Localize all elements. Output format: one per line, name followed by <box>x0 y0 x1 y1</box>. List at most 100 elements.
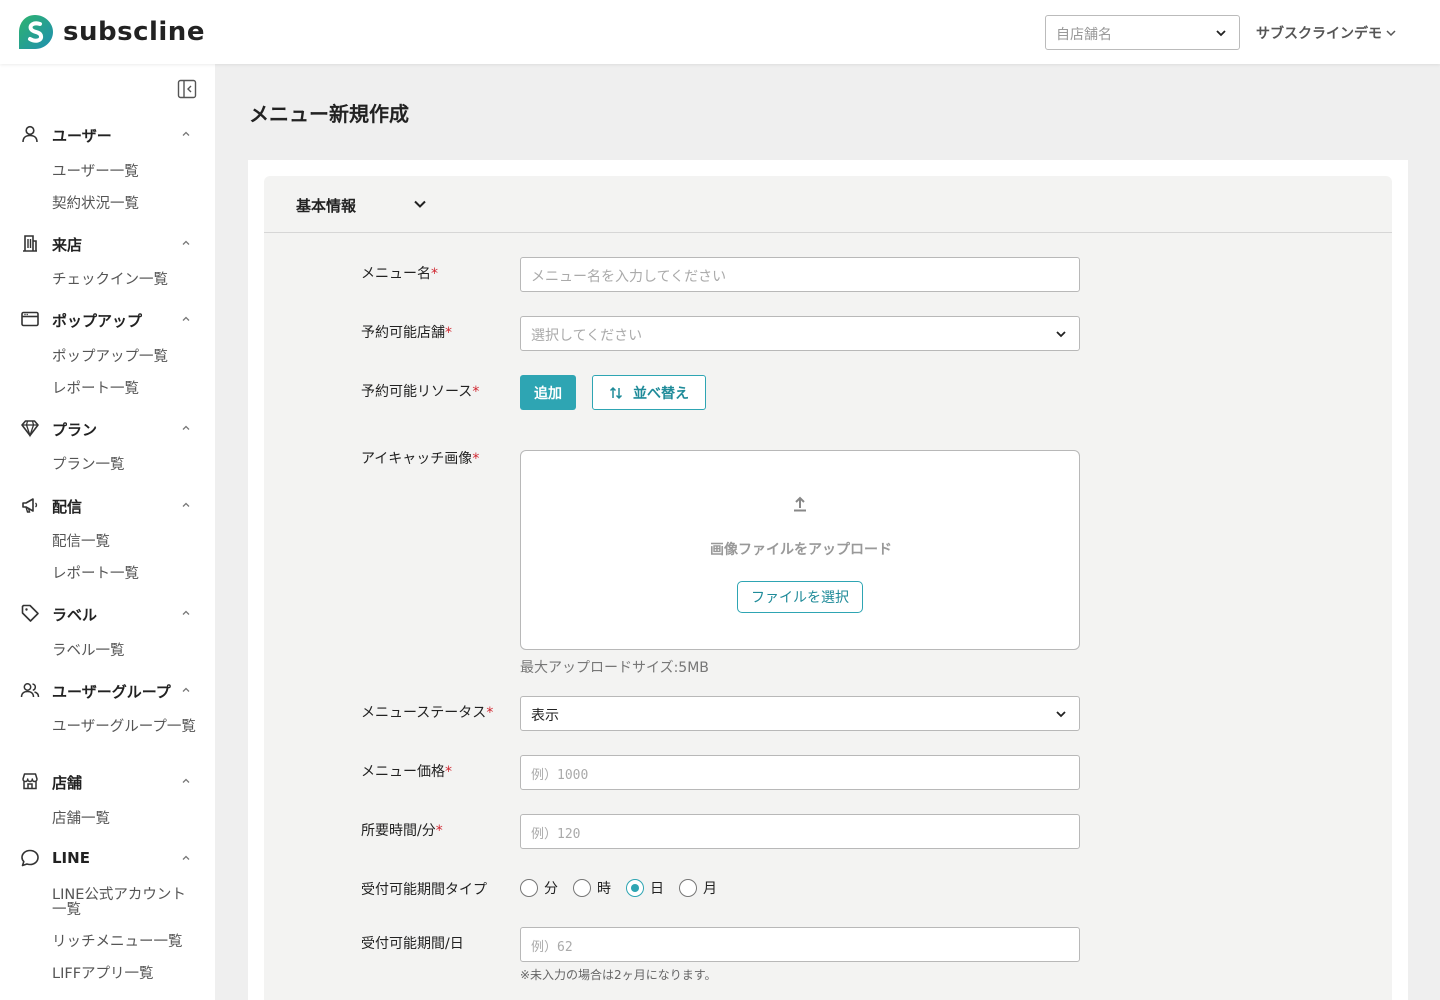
menu-price-input[interactable]: 例）1000 <box>520 755 1080 790</box>
menu-status-select[interactable]: 表示 <box>520 696 1080 731</box>
account-menu[interactable]: サブスクラインデモ <box>1256 23 1396 43</box>
sidebar-item-user-list[interactable]: ユーザー一覧 <box>52 165 197 180</box>
nav-group-label: ラベル <box>52 606 98 624</box>
chevron-down-icon[interactable] <box>411 195 429 213</box>
nav-head-user[interactable]: ユーザー <box>0 121 215 147</box>
add-resource-button[interactable]: 追加 <box>520 375 576 410</box>
browser-window-icon <box>21 311 39 327</box>
radio-circle[interactable] <box>520 879 538 897</box>
app-logo[interactable]: subscline <box>16 14 205 50</box>
nav-group-label: プラン <box>52 421 98 439</box>
select-file-button[interactable]: ファイルを選択 <box>737 581 863 613</box>
sidebar-item-popup-list[interactable]: ポップアップ一覧 <box>52 350 197 365</box>
nav-group-label: ユーザーグループ <box>52 683 171 701</box>
top-bar: subscline 自店舗名 サブスクラインデモ <box>0 0 1440 64</box>
nav-group-user-group: ユーザーグループ <box>0 677 215 703</box>
radio-day[interactable]: 日 <box>626 878 664 898</box>
logo-mark-icon <box>19 15 53 49</box>
section-title: 基本情報 <box>296 197 357 215</box>
sidebar-item-contract-status[interactable]: 契約状況一覧 <box>52 197 197 212</box>
sidebar-item-delivery-report[interactable]: レポート一覧 <box>52 567 197 582</box>
chevron-down-icon <box>1216 30 1226 37</box>
nav-head-visit[interactable]: 来店 <box>0 230 215 256</box>
store-select[interactable]: 自店舗名 <box>1045 15 1240 50</box>
image-label: アイキャッチ画像* <box>361 451 480 467</box>
nav-head-popup[interactable]: ポップアップ <box>0 306 215 332</box>
account-name: サブスクラインデモ <box>1256 26 1382 42</box>
radio-hour[interactable]: 時 <box>573 878 611 898</box>
sidebar-item-label-list[interactable]: ラベル一覧 <box>52 644 197 659</box>
nav-head-label[interactable]: ラベル <box>0 600 215 626</box>
nav-head-line[interactable]: LINE <box>0 845 215 871</box>
nav-head-plan[interactable]: プラン <box>0 415 215 441</box>
status-label: メニューステータス* <box>361 705 494 721</box>
nav-head-user-group[interactable]: ユーザーグループ <box>0 677 215 703</box>
chevron-down-icon <box>1056 711 1066 718</box>
sidebar-item-rich-menu-list[interactable]: リッチメニュー一覧 <box>52 935 197 950</box>
chevron-up-icon <box>182 502 190 507</box>
nav-head-delivery[interactable]: 配信 <box>0 492 215 518</box>
radio-minute[interactable]: 分 <box>520 878 558 898</box>
nav-group-label: 店舗 <box>52 774 83 792</box>
sidebar-item-store-list[interactable]: 店舗一覧 <box>52 812 197 827</box>
nav-group-label: LINE <box>52 849 90 867</box>
nav-head-store[interactable]: 店舗 <box>0 768 215 794</box>
menu-price-placeholder: 例）1000 <box>531 768 589 783</box>
store-select-placeholder: 選択してください <box>531 328 643 344</box>
nav-group-delivery: 配信 <box>0 492 215 518</box>
menu-name-placeholder: メニュー名を入力してください <box>531 269 727 285</box>
sidebar: ユーザー ユーザー一覧 契約状況一覧 来店 チェックイン一覧 ポップアップ ポッ… <box>0 64 215 1000</box>
store-select-field[interactable]: 選択してください <box>520 316 1080 351</box>
resource-label: 予約可能リソース* <box>361 384 480 400</box>
sidebar-item-delivery-list[interactable]: 配信一覧 <box>52 535 197 550</box>
basic-info-panel-header[interactable] <box>264 176 1392 233</box>
chevron-up-icon <box>182 687 190 692</box>
sidebar-item-plan-list[interactable]: プラン一覧 <box>52 458 197 473</box>
sidebar-collapse-icon[interactable] <box>177 79 197 99</box>
nav-group-popup: ポップアップ <box>0 306 215 332</box>
nav-group-label: 配信 <box>52 498 83 516</box>
price-label: メニュー価格* <box>361 764 452 780</box>
nav-group-line: LINE <box>0 845 215 871</box>
sidebar-item-checkin-list[interactable]: チェックイン一覧 <box>52 273 197 288</box>
radio-circle[interactable] <box>573 879 591 897</box>
nav-group-label: ユーザー <box>52 127 112 145</box>
sidebar-item-popup-report[interactable]: レポート一覧 <box>52 382 197 397</box>
sidebar-item-user-group-list[interactable]: ユーザーグループ一覧 <box>52 720 197 735</box>
page-title: メニュー新規作成 <box>249 102 409 126</box>
building-icon <box>23 235 37 252</box>
radio-circle[interactable] <box>679 879 697 897</box>
period-days-placeholder: 例）62 <box>531 940 573 955</box>
nav-group-visit: 来店 <box>0 230 215 256</box>
menu-name-input[interactable]: メニュー名を入力してください <box>520 257 1080 292</box>
sort-icon <box>609 386 623 399</box>
nav-group-label: ポップアップ <box>52 312 143 330</box>
sidebar-item-line-account-list[interactable]: LINE公式アカウント一覧 <box>52 888 197 918</box>
chat-bubble-icon <box>21 849 39 867</box>
image-upload-area[interactable]: 画像ファイルをアップロード ファイルを選択 <box>520 450 1080 650</box>
chevron-up-icon <box>182 778 190 783</box>
radio-month[interactable]: 月 <box>679 878 717 898</box>
period-type-radio-group: 分 時 日 月 <box>520 878 732 898</box>
store-label: 予約可能店舗* <box>361 325 452 341</box>
nav-group-store: 店舗 <box>0 768 215 794</box>
sort-resource-button[interactable]: 並べ替え <box>592 375 706 410</box>
chevron-up-icon <box>182 131 190 136</box>
duration-input[interactable]: 例）120 <box>520 814 1080 849</box>
users-icon <box>20 683 40 698</box>
nav-group-user: ユーザー <box>0 121 215 147</box>
period-type-label: 受付可能期間タイプ <box>361 882 487 898</box>
duration-label: 所要時間/分* <box>361 823 443 839</box>
store-icon <box>22 773 38 790</box>
period-days-input[interactable]: 例）62 <box>520 927 1080 962</box>
user-icon <box>22 125 38 143</box>
chevron-down-icon <box>1386 30 1396 37</box>
sidebar-item-liff-app-list[interactable]: LIFFアプリ一覧 <box>52 967 197 982</box>
chevron-down-icon <box>1056 331 1066 338</box>
diamond-icon <box>21 420 39 438</box>
menu-status-value: 表示 <box>531 708 559 724</box>
store-select-placeholder: 自店舗名 <box>1056 27 1112 43</box>
radio-circle-selected[interactable] <box>626 879 644 897</box>
upload-text: 画像ファイルをアップロード <box>710 542 892 558</box>
period-days-label: 受付可能期間/日 <box>361 936 464 952</box>
